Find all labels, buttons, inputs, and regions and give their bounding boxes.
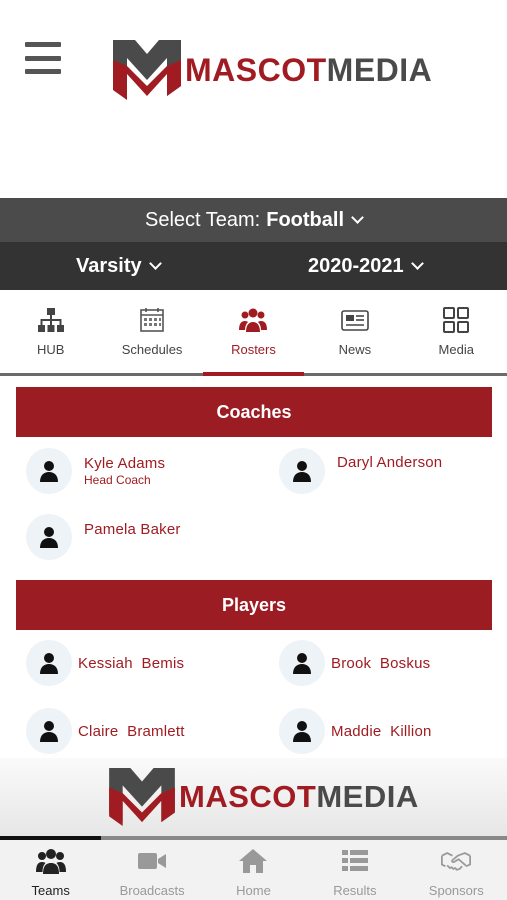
person-icon bbox=[40, 721, 58, 742]
hamburger-menu-icon[interactable] bbox=[25, 42, 61, 74]
bottom-tab-label: Teams bbox=[31, 883, 70, 898]
bottom-tab-label: Results bbox=[333, 883, 377, 898]
level-season-bar: Varsity 2020-2021 bbox=[0, 242, 507, 290]
grid-icon bbox=[443, 307, 470, 333]
bottom-tab-label: Home bbox=[236, 883, 271, 898]
person-name: Kyle Adams bbox=[84, 455, 166, 472]
player-item[interactable]: Maddie Killion bbox=[279, 708, 432, 754]
avatar bbox=[26, 708, 72, 754]
tab-hub[interactable]: HUB bbox=[0, 290, 101, 373]
people-icon bbox=[239, 308, 268, 332]
person-icon bbox=[40, 653, 58, 674]
person-name: Pamela Baker bbox=[84, 521, 181, 538]
chevron-down-icon bbox=[351, 210, 364, 224]
tab-label: Media bbox=[438, 342, 474, 357]
footer-mascot-media-logo: MASCOTMEDIA bbox=[109, 768, 419, 826]
player-item[interactable]: Kessiah Bemis bbox=[26, 640, 184, 686]
team-selector[interactable]: Select Team: Football bbox=[0, 198, 507, 242]
person-name: Claire Bramlett bbox=[78, 722, 185, 740]
tab-label: HUB bbox=[36, 342, 65, 357]
select-team-label: Select Team: bbox=[144, 208, 261, 231]
mascot-logo-mark-icon bbox=[109, 768, 175, 826]
mascot-media-logo: MASCOTMEDIA bbox=[113, 40, 432, 100]
coach-item[interactable]: Pamela Baker bbox=[26, 514, 181, 560]
person-icon bbox=[293, 461, 311, 482]
avatar bbox=[279, 448, 325, 494]
avatar bbox=[279, 708, 325, 754]
person-role: Head Coach bbox=[84, 473, 151, 487]
bottom-tab-sponsors[interactable]: Sponsors bbox=[406, 840, 507, 900]
logo-wordmark: MASCOTMEDIA bbox=[179, 779, 419, 814]
person-icon bbox=[40, 461, 58, 482]
tab-label: Schedules bbox=[121, 342, 183, 357]
season-value: 2020-2021 bbox=[308, 254, 404, 277]
person-icon bbox=[293, 653, 311, 674]
mascot-logo-mark-icon bbox=[113, 40, 181, 100]
list-icon bbox=[341, 850, 368, 871]
player-item[interactable]: Brook Boskus bbox=[279, 640, 430, 686]
tab-label: Rosters bbox=[231, 342, 276, 357]
team-icon bbox=[35, 849, 66, 874]
level-selector[interactable]: Varsity bbox=[76, 242, 162, 290]
avatar bbox=[26, 640, 72, 686]
tab-label: News bbox=[338, 342, 372, 357]
bottom-tab-label: Broadcasts bbox=[119, 883, 185, 898]
tab-news[interactable]: News bbox=[304, 290, 405, 373]
bottom-tab-broadcasts[interactable]: Broadcasts bbox=[101, 840, 202, 900]
bottom-tab-results[interactable]: Results bbox=[304, 840, 405, 900]
player-item[interactable]: Claire Bramlett bbox=[26, 708, 185, 754]
person-icon bbox=[293, 721, 311, 742]
season-selector[interactable]: 2020-2021 bbox=[308, 242, 424, 290]
coach-item[interactable]: Kyle Adams Head Coach bbox=[26, 448, 165, 494]
avatar bbox=[279, 640, 325, 686]
tab-media[interactable]: Media bbox=[406, 290, 507, 373]
calendar-icon bbox=[140, 308, 164, 332]
person-name: Maddie Killion bbox=[331, 722, 432, 740]
avatar bbox=[26, 448, 72, 494]
coach-item[interactable]: Daryl Anderson bbox=[279, 448, 442, 494]
bottom-tab-home[interactable]: Home bbox=[203, 840, 304, 900]
video-camera-icon bbox=[138, 853, 167, 869]
person-name: Brook Boskus bbox=[331, 654, 431, 672]
handshake-icon bbox=[441, 852, 472, 871]
level-value: Varsity bbox=[76, 254, 142, 277]
person-icon bbox=[40, 527, 58, 548]
chevron-down-icon bbox=[410, 256, 424, 270]
newspaper-icon bbox=[341, 310, 369, 331]
tab-rosters[interactable]: Rosters bbox=[202, 290, 305, 376]
tab-schedules[interactable]: Schedules bbox=[101, 290, 202, 373]
players-header: Players bbox=[16, 580, 492, 630]
team-value: Football bbox=[266, 208, 344, 231]
section-tabs: HUB Schedules Rosters News Media bbox=[0, 290, 507, 376]
hierarchy-icon bbox=[37, 308, 64, 332]
home-icon bbox=[239, 849, 268, 873]
person-name: Kessiah Bemis bbox=[78, 654, 185, 672]
person-name: Daryl Anderson bbox=[337, 454, 443, 471]
logo-wordmark: MASCOTMEDIA bbox=[185, 51, 433, 88]
avatar bbox=[26, 514, 72, 560]
chevron-down-icon bbox=[148, 256, 162, 270]
coaches-header: Coaches bbox=[16, 387, 492, 437]
bottom-tab-label: Sponsors bbox=[428, 883, 484, 898]
bottom-tab-teams[interactable]: Teams bbox=[0, 840, 101, 900]
bottom-tab-bar: Teams Broadcasts Home Results Sponsors bbox=[0, 840, 507, 900]
